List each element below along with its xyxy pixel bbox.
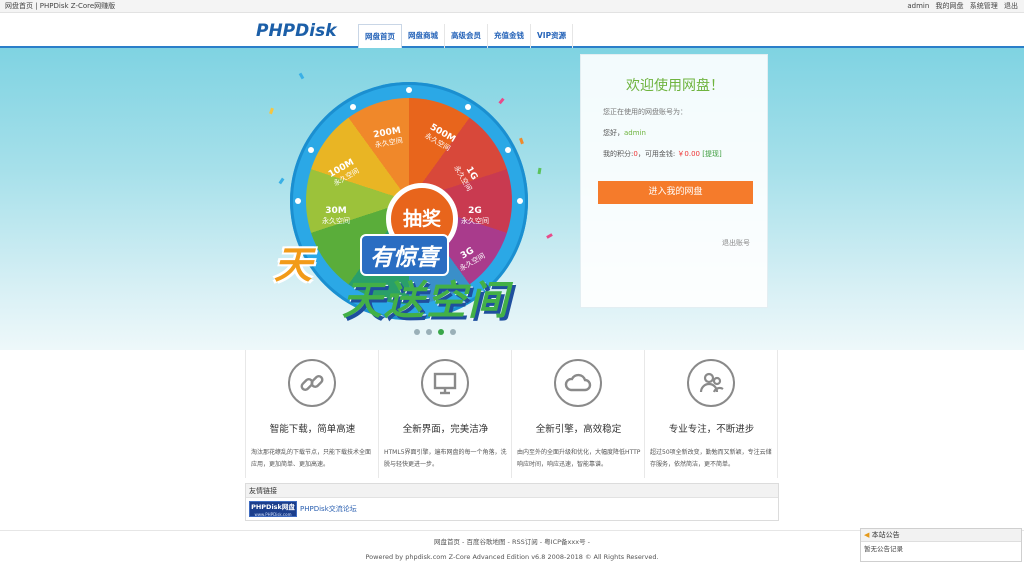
nav-recharge[interactable]: 充值金钱 <box>488 24 531 48</box>
feature-desc: 淘汰那花缭乱的下载节点，只能下载技术全面应用，更加简单、更加高速。 <box>251 449 372 468</box>
confetti <box>278 177 285 185</box>
feature-title: 智能下载，简单高速 <box>269 424 356 435</box>
feature-card: 智能下载，简单高速 淘汰那花缭乱的下载节点，只能下载技术全面应用，更加简单、更加… <box>246 350 379 478</box>
nav-home[interactable]: 网盘首页 <box>358 24 402 49</box>
hello-text: 您好，admin <box>603 129 646 137</box>
balance-value: ￥0.00 <box>677 150 701 158</box>
forum-link[interactable]: PHPDisk交流论坛 <box>300 504 357 514</box>
nav-vip-resources[interactable]: VIP资源 <box>531 24 574 48</box>
notice-body: 暂无公告记录 <box>864 545 903 553</box>
rim-light <box>350 104 356 110</box>
feature-desc: 由内至外的全面升级和优化，大幅度降低HTTP响应时间，响应迅速，智能靠谱。 <box>517 449 641 468</box>
pager-dot[interactable] <box>450 329 456 335</box>
speaker-icon: ◀ <box>864 531 870 539</box>
feature-desc: HTML5界面引擎，遍布网盘的每一个角落，洗脱与轻快更进一步。 <box>384 449 507 468</box>
username-link[interactable]: admin <box>907 2 929 10</box>
link-icon <box>288 359 336 407</box>
user-links: admin 我的网盘 系统管理 退出 <box>903 0 1018 12</box>
notice-box: ◀ 本站公告 暂无公告记录 <box>860 528 1022 562</box>
segment-100m: 100M 永久空间 <box>326 157 361 188</box>
phpdisk-badge[interactable]: PHPDisk网盘 www.PHPDisk.com <box>249 501 297 517</box>
slider-pager <box>414 329 456 335</box>
panel-title: 欢迎使用网盘！ <box>626 78 724 94</box>
nav-shop[interactable]: 网盘商城 <box>402 24 445 48</box>
feature-desc: 超过50项全新改变，勤勉而又新颖，专注云储存服务，依然简洁，更不简单。 <box>650 449 772 468</box>
my-disk-link[interactable]: 我的网盘 <box>936 2 964 10</box>
rim-light <box>308 147 314 153</box>
notice-header: ◀ 本站公告 <box>861 529 1021 542</box>
confetti <box>298 72 305 80</box>
admin-link[interactable]: 系统管理 <box>970 2 998 10</box>
rim-light <box>295 198 301 204</box>
confetti <box>537 167 542 175</box>
feature-title: 全新界面，完美洁净 <box>402 424 489 435</box>
friend-links: 友情链接 PHPDisk网盘 www.PHPDisk.com PHPDisk交流论… <box>245 483 779 521</box>
rim-light <box>465 104 471 110</box>
logout-account-link[interactable]: 退出账号 <box>722 238 750 248</box>
segment-500m: 500M 永久空间 <box>423 122 458 153</box>
segment-1g: 1G 永久空间 <box>452 164 480 193</box>
enter-disk-button[interactable]: 进入我的网盘 <box>598 181 753 204</box>
feature-title: 专业专注，不断进步 <box>668 424 755 435</box>
logout-link[interactable]: 退出 <box>1004 2 1018 10</box>
top-bar: 网盘首页 | PHPDisk Z-Core网赚版 admin 我的网盘 系统管理… <box>0 0 1024 13</box>
confetti <box>546 233 553 239</box>
confetti <box>269 107 274 115</box>
banner-slider[interactable]: 500M 永久空间 1G 永久空间 2G 永久空间 3G 永久空间 30M 永久空间 10… <box>0 48 1024 350</box>
user-panel: 欢迎使用网盘！ 您正在使用的网盘账号为： 您好，admin 我的积分:0，可用金… <box>580 54 768 308</box>
features-row: 智能下载，简单高速 淘汰那花缭乱的下载节点，只能下载技术全面应用，更加简单、更加… <box>245 350 779 478</box>
monitor-icon <box>421 359 469 407</box>
feature-card: 全新界面，完美洁净 HTML5界面引擎，遍布网盘的每一个角落，洗脱与轻快更进一步… <box>379 350 512 478</box>
pager-dot-active[interactable] <box>438 329 444 335</box>
users-icon <box>687 359 735 407</box>
slogan-day: 天 <box>274 243 313 287</box>
slogan-free-space: 天送空间 <box>342 278 510 324</box>
segment-200m: 200M 永久空间 <box>372 125 404 150</box>
segment-30m: 30M 永久空间 <box>322 206 350 225</box>
rim-light <box>505 147 511 153</box>
header: PHPDisk 网盘首页 网盘商城 高级会员 充值金钱 VIP资源 <box>0 14 1024 49</box>
rim-light <box>406 87 412 93</box>
rim-light <box>517 198 523 204</box>
logo[interactable]: PHPDisk <box>256 21 337 41</box>
feature-title: 全新引擎，高效稳定 <box>535 424 622 435</box>
feature-card: 专业专注，不断进步 超过50项全新改变，勤勉而又新颖，专注云储存服务，依然简洁，… <box>645 350 778 478</box>
panel-username[interactable]: admin <box>624 129 646 137</box>
pager-dot[interactable] <box>414 329 420 335</box>
segment-2g: 2G 永久空间 <box>461 206 489 225</box>
withdraw-link[interactable]: [提现] <box>702 150 721 158</box>
nav-vip-member[interactable]: 高级会员 <box>445 24 488 48</box>
friend-links-body: PHPDisk网盘 www.PHPDisk.com PHPDisk交流论坛 <box>246 498 778 520</box>
points-line: 我的积分:0，可用金钱: ￥0.00 [提现] <box>603 150 722 158</box>
feature-card: 全新引擎，高效稳定 由内至外的全面升级和优化，大幅度降低HTTP响应时间，响应迅… <box>512 350 645 478</box>
main-nav: 网盘首页 网盘商城 高级会员 充值金钱 VIP资源 <box>358 24 574 49</box>
site-breadcrumb[interactable]: 网盘首页 | PHPDisk Z-Core网赚版 <box>5 0 115 12</box>
friend-links-header: 友情链接 <box>246 484 778 498</box>
pager-dot[interactable] <box>426 329 432 335</box>
account-label: 您正在使用的网盘账号为： <box>603 108 687 116</box>
cloud-icon <box>554 359 602 407</box>
